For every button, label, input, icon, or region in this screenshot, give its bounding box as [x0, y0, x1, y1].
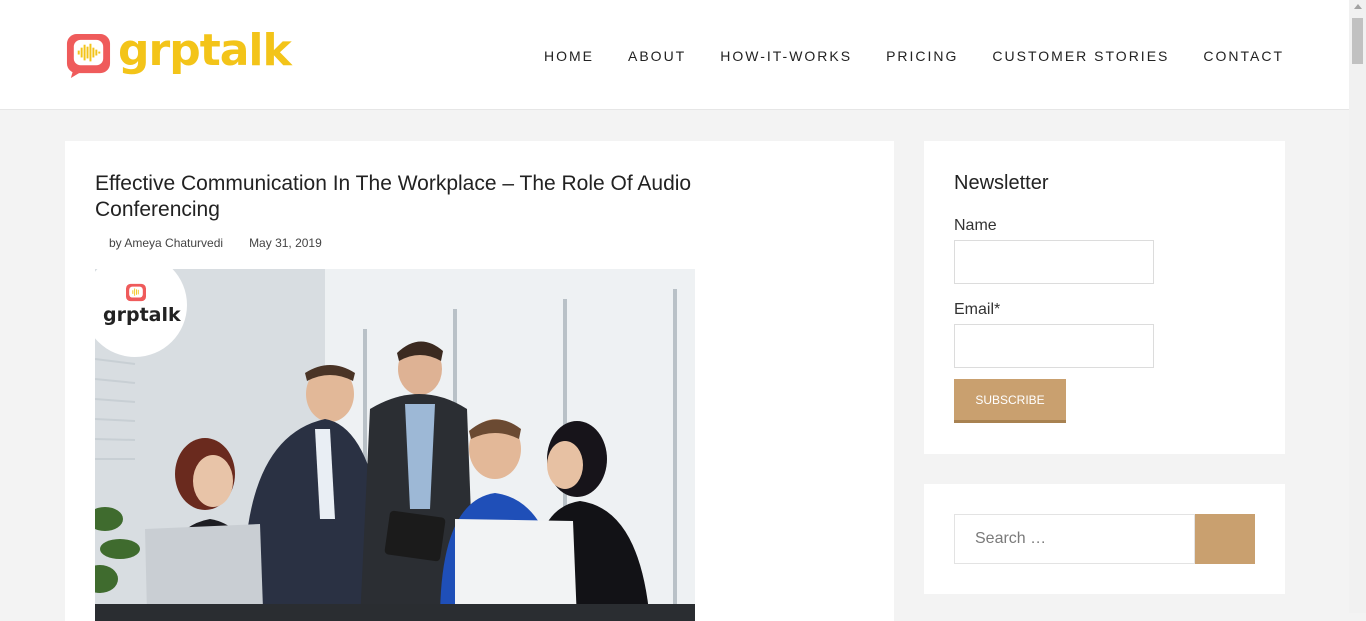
newsletter-widget: Newsletter Name Email* SUBSCRIBE [924, 141, 1285, 454]
name-field[interactable] [954, 240, 1154, 284]
nav-how-it-works[interactable]: HOW-IT-WORKS [720, 46, 852, 66]
nav-about[interactable]: ABOUT [628, 46, 686, 66]
search-button[interactable] [1195, 514, 1255, 564]
article-meta: by Ameya Chaturvedi May 31, 2019 [109, 236, 322, 250]
main-nav: HOME ABOUT HOW-IT-WORKS PRICING CUSTOMER… [510, 46, 1284, 66]
article-date[interactable]: May 31, 2019 [249, 236, 322, 250]
office-meeting-illustration [95, 269, 695, 621]
nav-pricing[interactable]: PRICING [886, 46, 958, 66]
page-scrollbar[interactable] [1349, 0, 1366, 613]
scroll-up-arrow-icon[interactable] [1354, 4, 1362, 9]
email-field[interactable] [954, 324, 1154, 368]
scroll-thumb[interactable] [1352, 18, 1363, 64]
search-input[interactable] [954, 514, 1195, 564]
name-label: Name [954, 217, 997, 234]
site-header: grptalk HOME ABOUT HOW-IT-WORKS PRICING … [0, 0, 1349, 110]
grptalk-badge-logo-icon [126, 283, 146, 302]
newsletter-title: Newsletter [954, 172, 1049, 194]
nav-customer-stories[interactable]: CUSTOMER STORIES [992, 46, 1169, 66]
site-logo[interactable]: grptalk [65, 25, 292, 79]
article-author[interactable]: by Ameya Chaturvedi [109, 236, 223, 250]
article-featured-image[interactable]: grptalk [95, 269, 695, 621]
email-label: Email* [954, 301, 1001, 318]
article-card: Effective Communication In The Workplace… [65, 141, 894, 621]
grptalk-logo-icon [66, 33, 111, 78]
image-badge-text: grptalk [103, 304, 181, 326]
search-widget [924, 484, 1285, 594]
subscribe-button[interactable]: SUBSCRIBE [954, 379, 1066, 423]
logo-wordmark: grptalk [118, 25, 292, 76]
article-title[interactable]: Effective Communication In The Workplace… [95, 171, 795, 223]
nav-contact[interactable]: CONTACT [1203, 46, 1284, 66]
nav-home[interactable]: HOME [544, 46, 594, 66]
